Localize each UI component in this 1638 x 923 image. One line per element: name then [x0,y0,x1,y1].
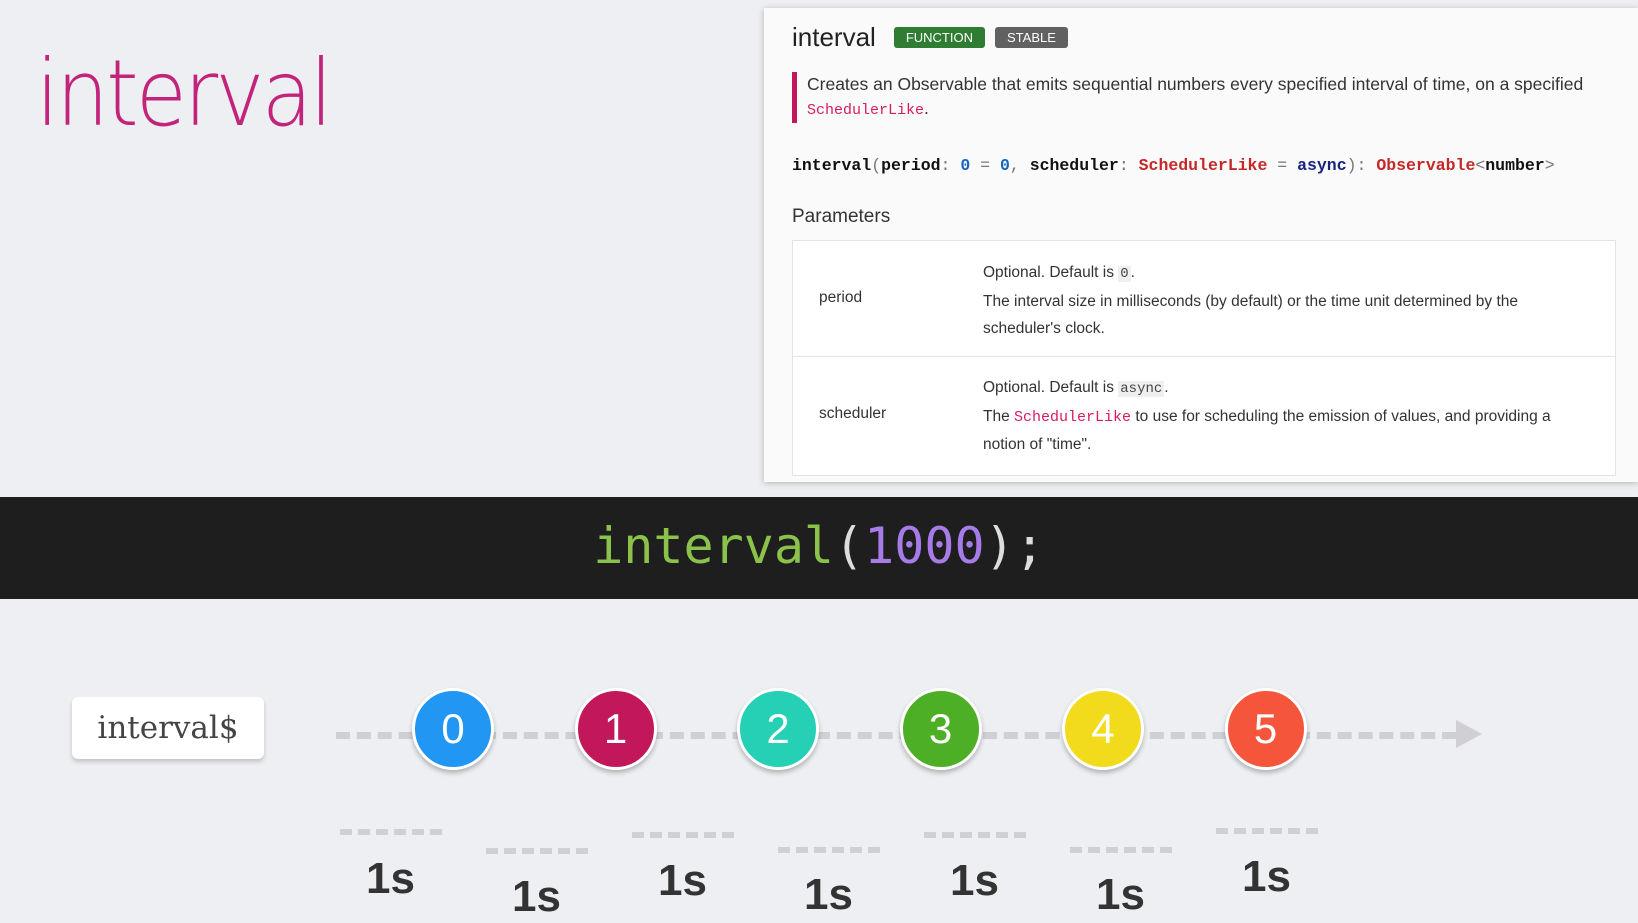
docs-card: interval FUNCTION STABLE Creates an Obse… [764,8,1638,482]
parameters-table: period Optional. Default is 0. The inter… [792,240,1616,476]
doc-function-name: interval [792,22,876,52]
parameters-heading: Parameters [792,206,891,227]
gap-label: 1s [804,870,853,919]
gap-dash-line [924,832,1026,838]
param-row-period: period Optional. Default is 0. The inter… [793,241,1615,357]
gap-dash-line [778,847,880,853]
stream-label: interval$ [72,697,264,759]
gap-label: 1s [1242,852,1291,901]
gap-label: 1s [1096,870,1145,919]
param-description: Optional. Default is async. The Schedule… [983,379,1551,453]
stable-badge: STABLE [995,27,1068,48]
doc-description: Creates an Observable that emits sequent… [792,72,1617,123]
code-example: interval(1000); [593,517,1045,575]
function-badge: FUNCTION [893,27,985,48]
timeline-arrow-icon [1456,720,1482,748]
gap-label: 1s [512,872,561,921]
param-name: scheduler [819,405,887,422]
param-row-scheduler: scheduler Optional. Default is async. Th… [793,357,1615,475]
gap-label: 1s [950,856,999,905]
gap-label: 1s [658,856,707,905]
marble-0: 0 [412,688,494,770]
gap-label: 1s [366,854,415,903]
marble-1: 1 [574,688,657,770]
doc-header: interval FUNCTION STABLE [792,22,1078,53]
scheduler-like-link[interactable]: SchedulerLike [1014,409,1131,426]
function-signature: interval(period: 0 = 0, scheduler: Sched… [792,156,1555,175]
code-band: interval(1000); [0,497,1638,599]
marble-3: 3 [899,688,982,770]
marble-5: 5 [1224,688,1307,770]
marble-2: 2 [737,688,819,770]
param-description: Optional. Default is 0. The interval siz… [983,264,1518,337]
gap-dash-line [1070,847,1172,853]
gap-dash-line [632,832,734,838]
gap-dash-line [486,848,588,854]
gap-dash-line [340,829,442,835]
marble-4: 4 [1062,688,1144,770]
scheduler-like-link[interactable]: SchedulerLike [807,102,924,119]
slide-title: interval [36,40,333,147]
param-name: period [819,289,863,306]
gap-dash-line [1216,828,1318,834]
